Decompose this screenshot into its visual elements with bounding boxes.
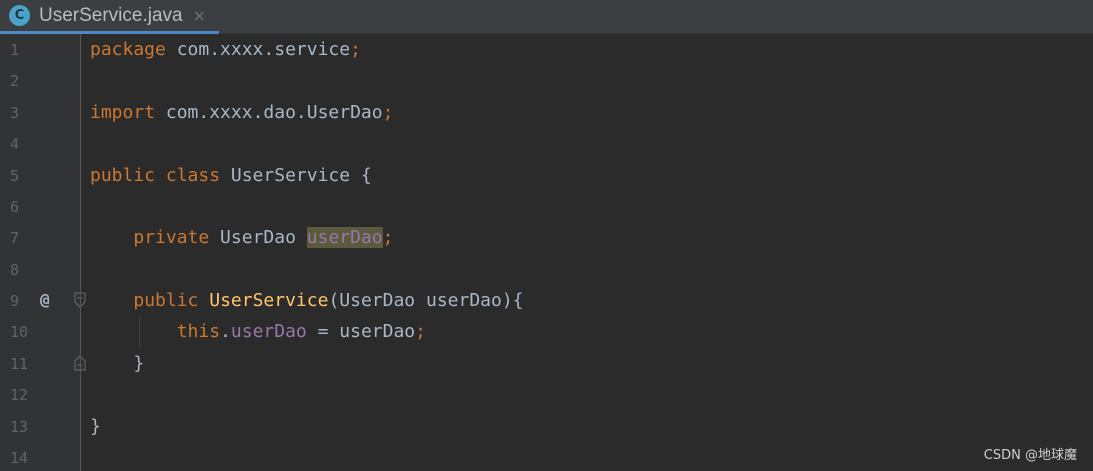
code-line-7[interactable]: private UserDao userDao; [90,226,393,250]
code-text: } [133,353,145,374]
code-line-3[interactable]: import com.xxxx.dao.UserDao; [90,101,393,125]
code-line-10[interactable]: this.userDao = userDao; [90,320,426,344]
keyword: public [133,290,199,311]
line-number: 8 [10,261,20,279]
java-class-icon: C [9,5,30,26]
gutter-separator [80,34,81,471]
line-number: 7 [10,229,20,247]
line-number: 13 [10,418,29,436]
keyword: package [90,39,166,60]
type-name: UserDao [209,227,307,248]
line-number: 4 [10,135,20,153]
line-number: 5 [10,167,20,185]
code-text: com.xxxx.service [165,39,351,60]
line-gutter: 1 2 3 4 5 6 7 8 9 10 11 12 13 14 @ [0,34,86,471]
line-number: 12 [10,386,29,404]
code-line-1[interactable]: package com.xxxx.service; [90,38,361,62]
injection-marker-icon[interactable]: @ [40,290,50,310]
line-number: 11 [10,355,29,373]
line-number: 14 [10,449,29,467]
code-text: (UserDao userDao){ [328,290,524,311]
tab-userservice-java[interactable]: C UserService.java × [0,0,219,34]
watermark: CSDN @地球魔 [983,448,1077,463]
line-number: 10 [10,323,29,341]
code-text: com.xxxx.dao.UserDao [155,102,383,123]
keyword: public class [90,165,221,186]
code-line-9[interactable]: public UserService(UserDao userDao){ [90,289,524,313]
code-line-13[interactable]: } [90,415,101,439]
constructor-name: UserService [209,290,329,311]
code-text: } [90,416,101,437]
code-text: UserService { [220,165,372,186]
semicolon: ; [415,321,426,342]
keyword: private [133,227,210,248]
code-text: = userDao [306,321,416,342]
field-name: userDao [230,321,307,342]
editor-tab-bar: C UserService.java × [0,0,1093,34]
line-number: 6 [10,198,20,216]
highlighted-field[interactable]: userDao [306,227,383,248]
keyword: this [176,321,221,342]
dot: . [220,321,231,342]
tab-title: UserService.java [39,4,183,26]
code-line-5[interactable]: public class UserService { [90,164,372,188]
semicolon: ; [382,227,394,248]
code-line-11[interactable]: } [90,352,144,376]
keyword: import [90,102,156,123]
close-icon[interactable]: × [193,6,206,25]
line-number: 3 [10,104,20,122]
line-number: 2 [10,72,20,90]
semicolon: ; [350,39,361,60]
line-number: 9 [10,292,20,310]
line-number: 1 [10,41,20,59]
semicolon: ; [382,102,394,123]
